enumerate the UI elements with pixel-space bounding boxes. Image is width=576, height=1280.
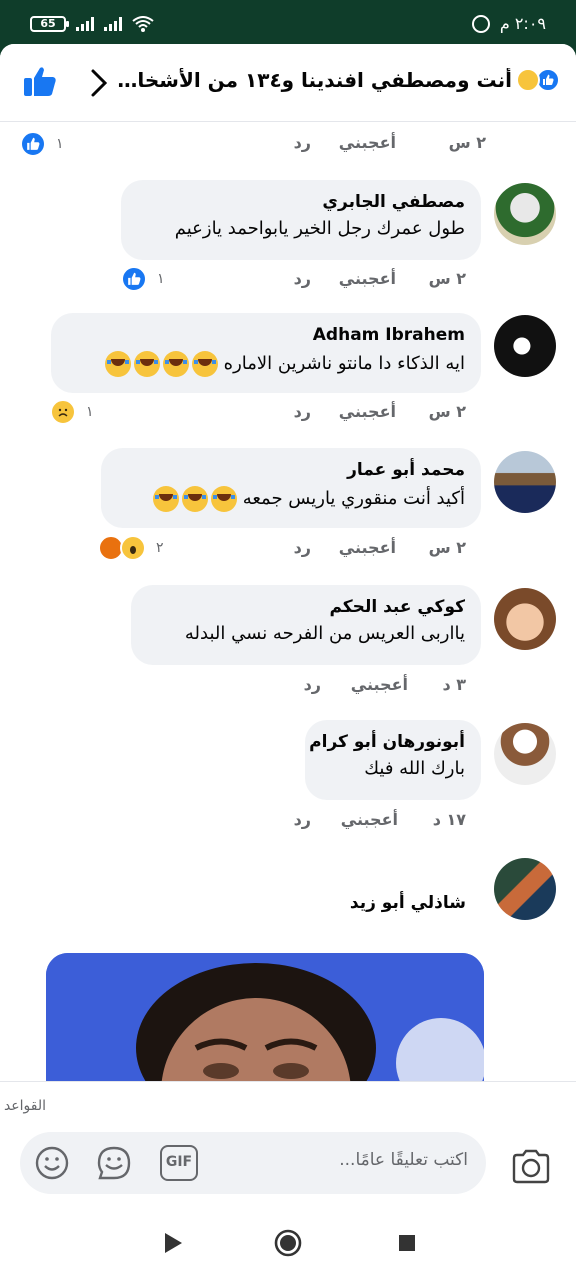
comment-meta: ٣ د أعجبني رد <box>86 675 466 705</box>
comment-time: ٢ س <box>428 538 466 557</box>
comment-photo[interactable] <box>46 953 484 1081</box>
avatar[interactable] <box>494 183 556 245</box>
alarm-icon <box>471 14 490 33</box>
chevron-right-icon[interactable] <box>88 68 110 98</box>
comment-time: ١٧ د <box>432 810 466 829</box>
comment-time: ٢ س <box>428 402 466 421</box>
avatar[interactable] <box>494 588 556 650</box>
comment-bubble[interactable]: كوكي عبد الحكم يااربى العريس من الفرحه ن… <box>131 585 481 665</box>
comment-text: يااربى العريس من الفرحه نسي البدله <box>184 623 465 644</box>
reaction-count: ٢ <box>156 540 164 556</box>
comment-bubble[interactable]: Adham Ibrahem ايه الذكاء دا مانتو ناشرين… <box>51 313 481 393</box>
reaction-summary[interactable]: ١ <box>20 131 64 157</box>
battery-icon: 65 <box>30 16 69 32</box>
avatar[interactable] <box>494 723 556 785</box>
laughing-tears-emoji-icon <box>104 351 131 377</box>
like-link[interactable]: أعجبني <box>339 538 396 557</box>
reply-link[interactable]: رد <box>304 675 321 694</box>
comment-input-placeholder: اكتب تعليقًا عامًا... <box>339 1150 468 1170</box>
clock: ٢:٠٩ م <box>499 14 546 33</box>
comment-bubble[interactable]: مصطفي الجابري طول عمرك رجل الخير يابواحم… <box>121 180 481 260</box>
avatar[interactable] <box>494 858 556 920</box>
wow-reaction-icon <box>120 535 146 561</box>
comment-meta: ٢ س أعجبني رد <box>86 133 486 163</box>
signal-icon <box>76 17 94 31</box>
emoji-icon[interactable] <box>34 1145 70 1181</box>
reaction-count: ١ <box>56 136 64 152</box>
camera-icon[interactable] <box>510 1148 552 1184</box>
laughing-tears-emoji-icon <box>162 351 189 377</box>
reaction-summary[interactable]: ٢ <box>98 535 164 561</box>
post-header: أنت ومصطفي افندينا و١٣٤ من الأشخاص ا... <box>0 44 576 122</box>
laughing-tears-emoji-icon <box>152 486 179 512</box>
comment-text: طول عمرك رجل الخير يابواحمد يازعيم <box>174 218 465 239</box>
avatar[interactable] <box>494 451 556 513</box>
reaction-summary[interactable]: ١ <box>121 266 165 292</box>
avatar[interactable] <box>494 315 556 377</box>
reply-link[interactable]: رد <box>294 133 311 152</box>
comment-text-body: ايه الذكاء دا مانتو ناشرين الاماره <box>223 353 465 374</box>
status-icons: 65 <box>30 16 154 32</box>
laughing-tears-emoji-icon <box>210 486 237 512</box>
commenter-name[interactable]: مصطفي الجابري <box>137 192 465 212</box>
sad-reaction-icon <box>50 399 76 425</box>
portrait-image <box>46 953 484 1081</box>
wifi-icon <box>132 16 154 32</box>
like-link[interactable]: أعجبني <box>339 402 396 421</box>
reaction-count: ١ <box>157 271 165 287</box>
comment-meta: ١٧ د أعجبني رد <box>86 810 466 840</box>
commenter-name[interactable]: محمد أبو عمار <box>117 460 465 480</box>
laughing-tears-emoji-icon <box>191 351 218 377</box>
like-link[interactable]: أعجبني <box>339 133 396 152</box>
comment-time: ٢ س <box>428 269 466 288</box>
comment-composer: القواعد GIF اكتب تعليقًا عامًا... <box>0 1081 576 1206</box>
comment-meta: ٢ س أعجبني رد <box>86 402 466 432</box>
haha-reaction-icon <box>516 68 540 92</box>
status-right: ٢:٠٩ م <box>471 14 546 33</box>
commenter-name[interactable]: أبونورهان أبو كرام <box>309 732 465 752</box>
recents-icon[interactable] <box>392 1228 422 1258</box>
comment-text-body: أكيد أنت منقوري ياريس جمعه <box>242 488 465 509</box>
reaction-summary[interactable]: ١ <box>50 399 94 425</box>
comment-time: ٣ د <box>442 675 466 694</box>
android-nav-bar <box>0 1206 576 1280</box>
like-icon[interactable] <box>22 64 58 100</box>
like-reaction-icon <box>121 266 147 292</box>
reply-link[interactable]: رد <box>294 538 311 557</box>
like-link[interactable]: أعجبني <box>341 810 398 829</box>
comment-text: أكيد أنت منقوري ياريس جمعه <box>117 486 465 512</box>
laughing-tears-emoji-icon <box>133 351 160 377</box>
reply-link[interactable]: رد <box>294 402 311 421</box>
sticker-icon[interactable] <box>96 1145 132 1181</box>
back-play-icon[interactable] <box>158 1228 188 1258</box>
home-icon[interactable] <box>273 1228 303 1258</box>
commenter-name[interactable]: كوكي عبد الحكم <box>147 597 465 617</box>
comments-feed[interactable]: ٢ س أعجبني رد ١ مصطفي الجابري طول عمرك ر… <box>0 123 576 1081</box>
rules-link[interactable]: القواعد <box>4 1098 46 1114</box>
comment-text: بارك الله فيك <box>364 758 465 779</box>
app-window: أنت ومصطفي افندينا و١٣٤ من الأشخاص ا... … <box>0 44 576 1280</box>
like-reaction-icon <box>20 131 46 157</box>
like-link[interactable]: أعجبني <box>339 269 396 288</box>
post-title[interactable]: أنت ومصطفي افندينا و١٣٤ من الأشخاص ا... <box>110 68 560 92</box>
signal-icon-2 <box>104 17 122 31</box>
comment-bubble[interactable]: أبونورهان أبو كرام بارك الله فيك <box>305 720 481 800</box>
comment-time: ٢ س <box>448 133 486 152</box>
like-link[interactable]: أعجبني <box>351 675 408 694</box>
status-bar: 65 ٢:٠٩ م <box>0 0 576 44</box>
comment-text: ايه الذكاء دا مانتو ناشرين الاماره <box>67 351 465 377</box>
laughing-tears-emoji-icon <box>181 486 208 512</box>
reply-link[interactable]: رد <box>294 810 311 829</box>
comment-bubble[interactable]: محمد أبو عمار أكيد أنت منقوري ياريس جمعه <box>101 448 481 528</box>
comment-input[interactable]: GIF اكتب تعليقًا عامًا... <box>20 1132 486 1194</box>
reaction-count: ١ <box>86 404 94 420</box>
commenter-name[interactable]: Adham Ibrahem <box>67 325 465 345</box>
post-title-text: أنت ومصطفي افندينا و١٣٤ من الأشخاص ا... <box>110 68 512 92</box>
reply-link[interactable]: رد <box>294 269 311 288</box>
commenter-name[interactable]: شاذلي أبو زيد <box>350 893 466 913</box>
gif-icon[interactable]: GIF <box>160 1145 198 1181</box>
